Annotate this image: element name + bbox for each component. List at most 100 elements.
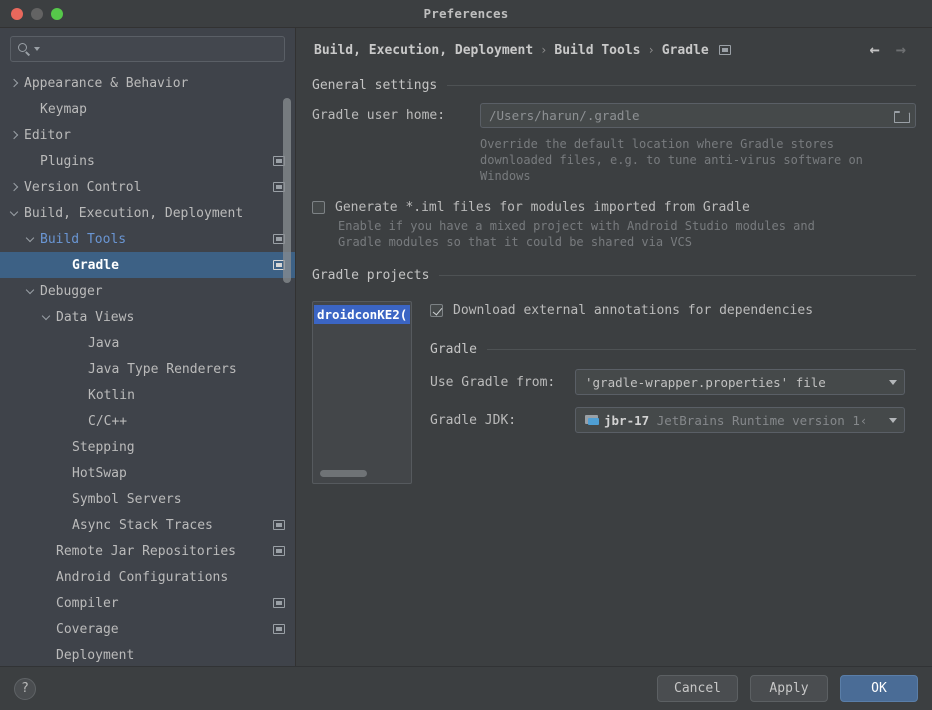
sidebar-item-appearance-behavior[interactable]: Appearance & Behavior <box>0 70 295 96</box>
breadcrumb-item-2[interactable]: Gradle <box>662 43 709 58</box>
sidebar-item-label: Stepping <box>72 439 135 455</box>
sidebar-item-deployment[interactable]: Deployment <box>0 642 295 666</box>
search-box[interactable] <box>10 36 285 62</box>
sidebar-item-label: Remote Jar Repositories <box>56 543 237 559</box>
chevron-right-icon[interactable] <box>8 128 22 142</box>
sidebar-item-label: Data Views <box>56 309 135 325</box>
section-divider <box>439 275 916 276</box>
chevron-down-icon[interactable] <box>24 284 38 298</box>
folder-icon[interactable] <box>894 110 910 123</box>
sidebar-item-async-stack-traces[interactable]: Async Stack Traces <box>0 512 295 538</box>
chevron-right-icon[interactable] <box>8 180 22 194</box>
sidebar-item-label: Coverage <box>56 621 119 637</box>
sidebar-item-label: Async Stack Traces <box>72 517 213 533</box>
sidebar-item-build-execution-deployment[interactable]: Build, Execution, Deployment <box>0 200 295 226</box>
forward-arrow-icon[interactable]: → <box>896 41 906 59</box>
chevron-down-icon <box>889 379 897 385</box>
gradle-user-home-field[interactable]: /Users/harun/.gradle <box>480 103 916 128</box>
footer-buttons: Cancel Apply OK <box>657 675 918 702</box>
sidebar-item-version-control[interactable]: Version Control <box>0 174 295 200</box>
sidebar-item-debugger[interactable]: Debugger <box>0 278 295 304</box>
sidebar-item-editor[interactable]: Editor <box>0 122 295 148</box>
chevron-down-icon[interactable] <box>40 310 54 324</box>
sidebar-item-android-configurations[interactable]: Android Configurations <box>0 564 295 590</box>
breadcrumb-item-0[interactable]: Build, Execution, Deployment <box>314 43 533 58</box>
sidebar-item-kotlin[interactable]: Kotlin <box>0 382 295 408</box>
breadcrumb-item-1[interactable]: Build Tools <box>554 43 640 58</box>
sidebar-item-java[interactable]: Java <box>0 330 295 356</box>
chevron-down-icon <box>889 417 897 423</box>
sidebar-item-label: Deployment <box>56 647 135 663</box>
sidebar-item-hotswap[interactable]: HotSwap <box>0 460 295 486</box>
chevron-down-icon[interactable] <box>8 206 22 220</box>
sidebar-item-plugins[interactable]: Plugins <box>0 148 295 174</box>
settings-main-panel: Build, Execution, Deployment › Build Too… <box>296 28 932 666</box>
sidebar-item-label: Java <box>88 335 120 351</box>
minimize-button[interactable] <box>31 7 43 20</box>
sidebar-item-c-c[interactable]: C/C++ <box>0 408 295 434</box>
gradle-projects-header: Gradle projects <box>312 268 916 283</box>
gradle-jdk-description: JetBrains Runtime version 1‹ <box>656 412 868 428</box>
generate-iml-checkbox[interactable] <box>312 201 325 214</box>
use-gradle-from-row: Use Gradle from: 'gradle-wrapper.propert… <box>430 369 916 395</box>
sidebar-item-gradle[interactable]: Gradle <box>0 252 295 278</box>
sidebar-item-symbol-servers[interactable]: Symbol Servers <box>0 486 295 512</box>
gradle-subsection-title: Gradle <box>430 342 477 357</box>
use-gradle-from-dropdown[interactable]: 'gradle-wrapper.properties' file <box>575 369 905 395</box>
sidebar-item-label: C/C++ <box>88 413 128 429</box>
cancel-button[interactable]: Cancel <box>657 675 738 702</box>
use-gradle-from-label: Use Gradle from: <box>430 374 556 390</box>
sidebar-item-coverage[interactable]: Coverage <box>0 616 295 642</box>
settings-tree[interactable]: Appearance & Behavior Keymap Editor Plugins… <box>0 68 295 666</box>
project-settings-icon <box>273 624 285 634</box>
project-settings-icon <box>273 598 285 608</box>
sidebar-item-java-type-renderers[interactable]: Java Type Renderers <box>0 356 295 382</box>
generate-iml-hint: Enable if you have a mixed project with … <box>338 219 815 249</box>
download-annotations-row[interactable]: Download external annotations for depend… <box>430 303 916 318</box>
use-gradle-from-value: 'gradle-wrapper.properties' file <box>585 374 826 390</box>
sidebar-item-label: Version Control <box>24 179 142 195</box>
projects-horizontal-scrollbar[interactable] <box>320 469 367 477</box>
sidebar-scrollbar[interactable] <box>283 98 291 283</box>
sidebar-item-label: Compiler <box>56 595 119 611</box>
sidebar-item-data-views[interactable]: Data Views <box>0 304 295 330</box>
maximize-button[interactable] <box>51 7 63 20</box>
search-input[interactable] <box>40 42 278 56</box>
gradle-jdk-dropdown[interactable]: jbr-17 JetBrains Runtime version 1‹ <box>575 407 905 433</box>
gradle-projects-list[interactable]: droidconKE2( <box>312 301 412 484</box>
project-settings-icon <box>718 45 731 55</box>
sidebar-item-stepping[interactable]: Stepping <box>0 434 295 460</box>
chevron-down-icon[interactable] <box>24 232 38 246</box>
back-arrow-icon[interactable]: ← <box>870 41 880 59</box>
apply-button[interactable]: Apply <box>750 675 828 702</box>
download-annotations-checkbox[interactable] <box>430 304 443 317</box>
sidebar-item-remote-jar-repositories[interactable]: Remote Jar Repositories <box>0 538 295 564</box>
sidebar-item-label: Plugins <box>40 153 95 169</box>
gradle-subsection-header: Gradle <box>430 342 916 357</box>
sidebar-item-build-tools[interactable]: Build Tools <box>0 226 295 252</box>
window-controls <box>0 7 63 20</box>
jdk-folder-icon <box>585 414 600 426</box>
help-button[interactable]: ? <box>14 677 36 700</box>
ok-button[interactable]: OK <box>840 675 918 702</box>
list-item[interactable]: droidconKE2( <box>314 305 410 324</box>
sidebar-item-label: Build Tools <box>40 231 127 247</box>
gradle-user-home-row: Gradle user home: /Users/harun/.gradle <box>312 103 916 128</box>
sidebar-item-keymap[interactable]: Keymap <box>0 96 295 122</box>
sidebar-item-label: HotSwap <box>72 465 127 481</box>
sidebar-item-label: Gradle <box>72 257 119 273</box>
sidebar-item-compiler[interactable]: Compiler <box>0 590 295 616</box>
generate-iml-row[interactable]: Generate *.iml files for modules importe… <box>312 200 916 215</box>
chevron-right-icon[interactable] <box>8 76 22 90</box>
search-icon <box>17 42 32 57</box>
close-button[interactable] <box>11 7 23 20</box>
search-container <box>0 28 295 68</box>
